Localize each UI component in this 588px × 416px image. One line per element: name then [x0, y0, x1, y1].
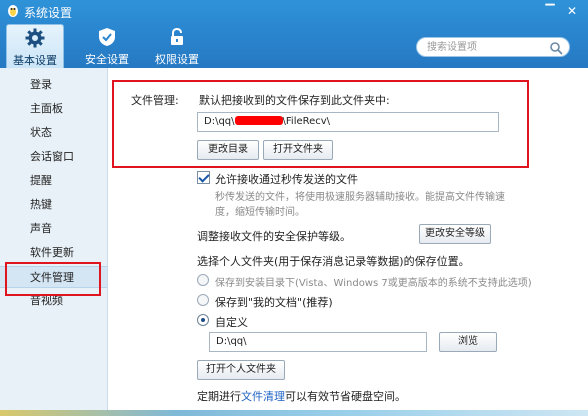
search-input[interactable]: [427, 40, 545, 54]
close-button[interactable]: ✕: [563, 3, 581, 19]
open-personal-folder-button[interactable]: 打开个人文件夹: [197, 360, 285, 380]
file-cleanup-link[interactable]: 文件清理: [241, 390, 285, 403]
cleanup-prefix: 定期进行: [197, 390, 241, 403]
shield-icon: [99, 28, 115, 46]
tab-permission-label: 权限设置: [155, 53, 199, 66]
sidebar-highlight-box: [5, 262, 101, 296]
search-icon[interactable]: [549, 41, 563, 55]
sidebar-item-main-panel[interactable]: 主面板: [0, 98, 107, 120]
radio-custom[interactable]: [197, 314, 209, 326]
window-title: 系统设置: [24, 6, 73, 20]
allow-relay-label[interactable]: 允许接收通过秒传发送的文件: [215, 171, 358, 187]
tab-basic-label: 基本设置: [13, 54, 57, 67]
cleanup-tip: 定期进行文件清理可以有效节省硬盘空间。: [197, 388, 406, 404]
sidebar-item-login[interactable]: 登录: [0, 74, 107, 96]
sidebar-item-hotkey[interactable]: 热键: [0, 194, 107, 216]
lock-icon: [171, 27, 183, 45]
option-install-dir-label: 保存到安装目录下(Vista、Windows 7或更高版本的系统不支持此选项): [215, 278, 532, 289]
browse-button[interactable]: 浏览: [439, 332, 497, 352]
tab-security-label: 安全设置: [85, 53, 129, 66]
relay-description-line2: 度，缩短传输时间。: [215, 207, 305, 218]
tab-security-settings[interactable]: 安全设置: [78, 24, 136, 68]
folder-highlight-box: [112, 80, 529, 168]
relay-description-line1: 秒传发送的文件，将使用极速服务器辅助接收。能提高文件传输速: [215, 192, 505, 203]
radio-install-dir: [197, 274, 209, 286]
settings-search[interactable]: [416, 37, 570, 57]
file-management-panel: 文件管理: 默认把接收到的文件保存到此文件夹中: D:\qq\ \FileRecv…: [109, 68, 588, 416]
window-header: 系统设置 ▔ ✕ 基本设置 安全设置 权限设置 搜索设置项: [0, 0, 588, 68]
sidebar-item-chat-window[interactable]: 会话窗口: [0, 146, 107, 168]
option-my-documents-label[interactable]: 保存到"我的文档"(推荐): [215, 294, 333, 310]
desktop-taskbar-edge: [0, 410, 588, 416]
sidebar-item-sound[interactable]: 声音: [0, 218, 107, 240]
qq-penguin-icon: [8, 5, 18, 17]
radio-my-documents[interactable]: [197, 294, 209, 306]
sidebar: 登录 主面板 状态 会话窗口 提醒 热键 声音 软件更新 文件管理 音视频: [0, 68, 108, 416]
tab-basic-settings[interactable]: 基本设置: [6, 24, 64, 68]
minimize-button[interactable]: ▔: [541, 3, 559, 19]
sidebar-item-status[interactable]: 状态: [0, 122, 107, 144]
cleanup-suffix: 可以有效节省硬盘空间。: [285, 390, 406, 403]
sidebar-item-software-update[interactable]: 软件更新: [0, 242, 107, 264]
sidebar-item-reminder[interactable]: 提醒: [0, 170, 107, 192]
security-level-label: 调整接收文件的安全保护等级。: [197, 230, 351, 243]
personal-folder-label: 选择个人文件夹(用于保存消息记录等数据)的保存位置。: [197, 255, 470, 268]
tab-permission-settings[interactable]: 权限设置: [148, 24, 206, 68]
custom-path-input[interactable]: D:\qq\: [209, 332, 427, 352]
option-custom-label[interactable]: 自定义: [215, 314, 248, 330]
title-bar[interactable]: 系统设置 ▔ ✕: [0, 0, 588, 22]
gear-icon: [25, 28, 45, 48]
change-security-level-button[interactable]: 更改安全等级: [419, 224, 491, 244]
allow-relay-checkbox[interactable]: [197, 171, 210, 184]
